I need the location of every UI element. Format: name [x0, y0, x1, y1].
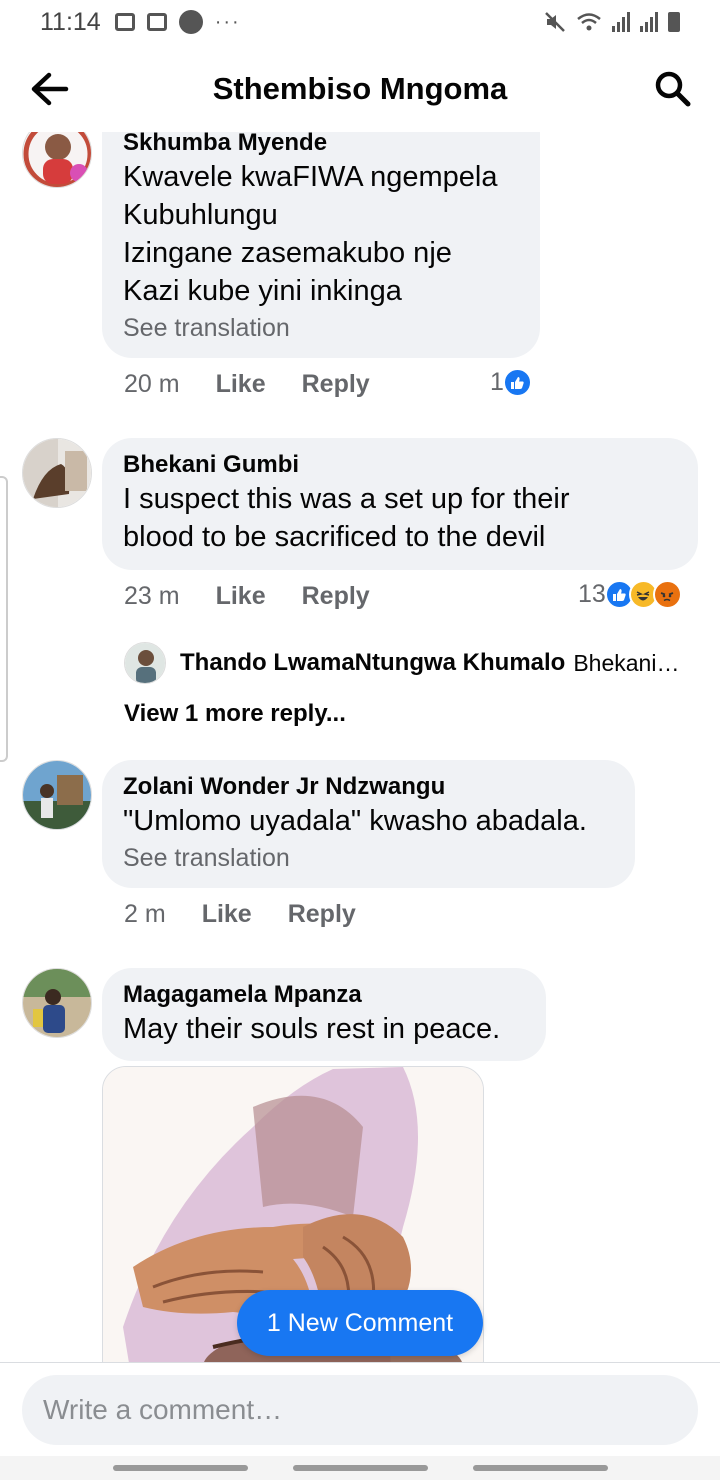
new-comment-button[interactable]: 1 New Comment: [237, 1290, 483, 1356]
profile-photo-icon: [125, 643, 165, 683]
comment-text-line: I suspect this was a set up for their: [123, 483, 570, 515]
mute-icon: [545, 12, 565, 32]
gallery-notification-icon: [114, 13, 135, 31]
profile-photo-icon: [23, 969, 91, 1037]
like-button[interactable]: Like: [216, 582, 266, 611]
top-bar: Sthembiso Mngoma: [0, 54, 720, 124]
back-button[interactable]: [24, 64, 74, 114]
status-system-icons: [544, 11, 680, 33]
comment-text-line: Izingane zasemakubo nje: [123, 237, 452, 269]
comment-text-line: Kwavele kwaFIWA ngempela: [123, 161, 498, 193]
comment-time: 20 m: [124, 370, 180, 398]
comment-author[interactable]: Bhekani Gumbi: [123, 450, 677, 480]
status-notification-icons: ···: [114, 10, 241, 34]
back-arrow-icon: [31, 72, 69, 106]
reaction-summary[interactable]: 1: [490, 368, 532, 397]
signal-icon-2: [640, 12, 658, 32]
signal-icon-1: [612, 12, 630, 32]
angry-reaction-icon: [652, 580, 682, 609]
like-button[interactable]: Like: [202, 900, 252, 929]
avatar[interactable]: [22, 760, 92, 830]
comment-bubble[interactable]: Zolani Wonder Jr Ndzwangu "Umlomo uyadal…: [102, 760, 635, 888]
comment-time: 23 m: [124, 582, 180, 610]
comment-bubble[interactable]: Magagamela Mpanza May their souls rest i…: [102, 968, 546, 1061]
comment-bubble[interactable]: Skhumba Myende Kwavele kwaFIWA ngempela …: [102, 132, 540, 358]
reply-button[interactable]: Reply: [302, 370, 370, 399]
see-translation-link[interactable]: See translation: [123, 841, 614, 875]
battery-icon: [668, 12, 680, 32]
search-icon: [655, 71, 691, 107]
reply-button[interactable]: Reply: [302, 582, 370, 611]
reaction-count: 1: [490, 368, 504, 396]
comment-author[interactable]: Magagamela Mpanza: [123, 980, 525, 1010]
like-reaction-icon: [502, 368, 532, 397]
reaction-summary[interactable]: 13: [578, 580, 682, 609]
recent-apps-indicator[interactable]: [112, 1465, 248, 1471]
system-navigation-bar: [0, 1456, 720, 1480]
comment-bubble[interactable]: Bhekani Gumbi I suspect this was a set u…: [102, 438, 698, 570]
reply-author[interactable]: Thando LwamaNtungwa Khumalo: [180, 649, 565, 677]
avatar[interactable]: [124, 642, 166, 684]
avatar[interactable]: [22, 968, 92, 1038]
comments-list[interactable]: Skhumba Myende Kwavele kwaFIWA ngempela …: [0, 132, 720, 1362]
comment-actions: 2 m Like Reply: [124, 900, 392, 929]
reply-button[interactable]: Reply: [288, 900, 356, 929]
comment-text-line: Kazi kube yini inkinga: [123, 275, 402, 307]
messenger-notification-icon: [178, 10, 203, 34]
comment-composer-bar: [0, 1362, 720, 1456]
comment-text-line: Kubuhlungu: [123, 199, 278, 231]
see-translation-link[interactable]: See translation: [123, 311, 519, 345]
scroll-indicator[interactable]: [0, 476, 8, 762]
back-indicator[interactable]: [472, 1465, 608, 1471]
avatar[interactable]: [22, 132, 92, 188]
comment-text-line: "Umlomo uyadala" kwasho abadala.: [123, 805, 587, 837]
profile-photo-icon: [23, 761, 91, 829]
profile-photo-icon: [23, 132, 91, 187]
download-notification-icon: [146, 13, 167, 31]
home-indicator[interactable]: [292, 1465, 428, 1471]
comment-actions: 23 m Like Reply: [124, 582, 406, 611]
comment-input[interactable]: [22, 1375, 698, 1445]
search-button[interactable]: [648, 64, 698, 114]
view-more-replies-link[interactable]: View 1 more reply...: [124, 700, 346, 728]
reply-snippet: Bhekani…: [573, 649, 680, 676]
more-notifications-icon: ···: [214, 10, 241, 33]
wifi-icon: [577, 13, 601, 31]
comment-text-line: blood to be sacrificed to the devil: [123, 521, 546, 553]
comment-actions: 20 m Like Reply: [124, 370, 406, 399]
comment-time: 2 m: [124, 900, 166, 928]
comment-author[interactable]: Skhumba Myende: [123, 132, 519, 158]
profile-photo-icon: [23, 439, 91, 507]
status-time: 11:14: [40, 7, 101, 36]
reaction-count: 13: [578, 580, 606, 608]
comment-text-line: May their souls rest in peace.: [123, 1013, 501, 1045]
like-button[interactable]: Like: [216, 370, 266, 399]
status-bar: 11:14 ···: [0, 0, 720, 44]
reply-preview[interactable]: Thando LwamaNtungwa Khumalo Bhekani…: [124, 642, 679, 684]
comment-author[interactable]: Zolani Wonder Jr Ndzwangu: [123, 772, 614, 802]
avatar[interactable]: [22, 438, 92, 508]
page-title: Sthembiso Mngoma: [212, 71, 508, 106]
